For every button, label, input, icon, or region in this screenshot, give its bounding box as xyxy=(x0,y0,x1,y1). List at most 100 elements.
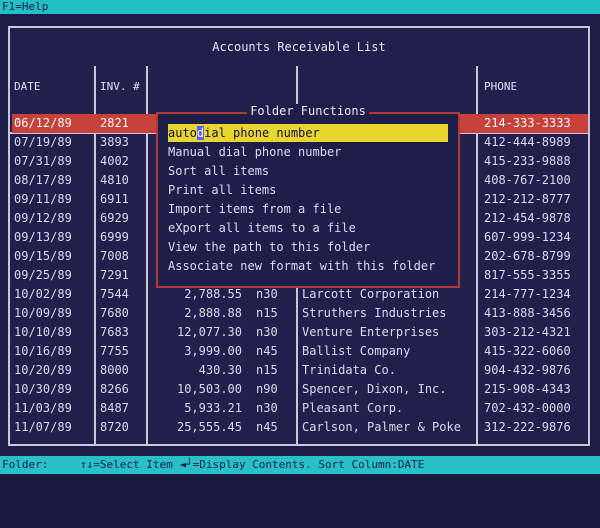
row-date: 09/12/89 xyxy=(14,211,72,225)
row-phone: 408-767-2100 xyxy=(484,173,571,187)
row-terms: n90 xyxy=(256,382,278,396)
table-row[interactable]: 11/03/89 8487 5,933.21 n30 Pleasant Corp. 702… xyxy=(12,399,588,418)
row-date: 10/30/89 xyxy=(14,382,72,396)
row-phone: 215-908-4343 xyxy=(484,382,571,396)
row-phone: 415-322-6060 xyxy=(484,344,571,358)
menu-item[interactable]: autodial phone number xyxy=(168,124,448,142)
row-phone: 214-333-3333 xyxy=(484,116,571,130)
row-date: 09/25/89 xyxy=(14,268,72,282)
row-invoice: 4810 xyxy=(100,173,129,187)
row-amount: 430.30 xyxy=(198,363,242,377)
row-invoice: 7008 xyxy=(100,249,129,263)
row-invoice: 7680 xyxy=(100,306,129,320)
row-invoice: 4002 xyxy=(100,154,129,168)
row-amount: 10,503.00 xyxy=(176,382,242,396)
row-phone: 214-777-1234 xyxy=(484,287,571,301)
row-date: 07/19/89 xyxy=(14,135,72,149)
help-label: F1=Help xyxy=(2,0,49,13)
row-phone: 607-999-1234 xyxy=(484,230,571,244)
row-date: 09/13/89 xyxy=(14,230,72,244)
row-amount: 2,888.88 xyxy=(184,306,242,320)
row-date: 06/12/89 xyxy=(14,116,72,130)
row-phone: 412-444-8989 xyxy=(484,135,571,149)
row-phone: 212-212-8777 xyxy=(484,192,571,206)
status-bar: Folder: ↑↓=Select Item ◄┘=Display Conten… xyxy=(0,456,600,474)
menu-item[interactable]: Manual dial phone number xyxy=(168,143,448,161)
key-hint: ↑↓=Select Item ◄┘=Display Contents. Sort… xyxy=(80,458,425,471)
row-date: 10/16/89 xyxy=(14,344,72,358)
row-amount: 25,555.45 xyxy=(176,420,242,434)
row-phone: 702-432-0000 xyxy=(484,401,571,415)
row-phone: 413-888-3456 xyxy=(484,306,571,320)
row-date: 10/10/89 xyxy=(14,325,72,339)
row-invoice: 6929 xyxy=(100,211,129,225)
row-terms: n30 xyxy=(256,401,278,415)
row-phone: 817-555-3355 xyxy=(484,268,571,282)
accounts-receivable-window: Accounts Receivable List DATE INV. # PHO… xyxy=(8,26,590,446)
menu-item[interactable]: Import items from a file xyxy=(168,200,448,218)
table-row[interactable]: 10/30/89 8266 10,503.00 n90 Spencer, Dixon, … xyxy=(12,380,588,399)
row-terms: n45 xyxy=(256,344,278,358)
column-header-date[interactable]: DATE xyxy=(14,80,41,93)
table-row[interactable]: 10/10/89 7683 12,077.30 n30 Venture Enterpri… xyxy=(12,323,588,342)
row-amount: 5,933.21 xyxy=(184,401,242,415)
row-date: 09/11/89 xyxy=(14,192,72,206)
row-terms: n45 xyxy=(256,420,278,434)
menu-item[interactable]: View the path to this folder xyxy=(168,238,448,256)
dos-screen: F1=Help Accounts Receivable List DATE IN… xyxy=(0,0,600,477)
row-date: 11/07/89 xyxy=(14,420,72,434)
column-header-invoice[interactable]: INV. # xyxy=(100,80,140,93)
row-date: 08/17/89 xyxy=(14,173,72,187)
menu-item[interactable]: Associate new format with this folder xyxy=(168,257,448,275)
row-invoice: 7755 xyxy=(100,344,129,358)
menu-item[interactable]: Print all items xyxy=(168,181,448,199)
column-header-phone[interactable]: PHONE xyxy=(484,80,517,93)
row-date: 07/31/89 xyxy=(14,154,72,168)
menu-item[interactable]: Sort all items xyxy=(168,162,448,180)
row-invoice: 8266 xyxy=(100,382,129,396)
row-amount: 12,077.30 xyxy=(176,325,242,339)
table-row[interactable]: 10/09/89 7680 2,888.88 n15 Struthers Industr… xyxy=(12,304,588,323)
row-invoice: 3893 xyxy=(100,135,129,149)
row-terms: n15 xyxy=(256,306,278,320)
row-amount: 3,999.00 xyxy=(184,344,242,358)
row-invoice: 7683 xyxy=(100,325,129,339)
row-date: 11/03/89 xyxy=(14,401,72,415)
row-terms: n15 xyxy=(256,363,278,377)
folder-label: Folder: xyxy=(2,458,49,471)
row-phone: 904-432-9876 xyxy=(484,363,571,377)
row-date: 10/20/89 xyxy=(14,363,72,377)
row-phone: 303-212-4321 xyxy=(484,325,571,339)
menu-item[interactable]: eXport all items to a file xyxy=(168,219,448,237)
table-row[interactable]: 10/16/89 7755 3,999.00 n45 Ballist Company 41… xyxy=(12,342,588,361)
folder-functions-menu: Folder Functions autodial phone number Ma… xyxy=(156,104,460,288)
row-invoice: 8487 xyxy=(100,401,129,415)
row-phone: 202-678-8799 xyxy=(484,249,571,263)
row-invoice: 2821 xyxy=(100,116,129,130)
row-company: Ballist Company xyxy=(302,344,411,358)
menu-title: Folder Functions xyxy=(247,104,369,118)
row-invoice: 7544 xyxy=(100,287,129,301)
row-invoice: 6999 xyxy=(100,230,129,244)
help-bar[interactable]: F1=Help xyxy=(0,0,600,14)
row-invoice: 8720 xyxy=(100,420,129,434)
row-invoice: 7291 xyxy=(100,268,129,282)
row-terms: n30 xyxy=(256,325,278,339)
row-company: Struthers Industries xyxy=(302,306,447,320)
row-company: Carlson, Palmer & Poke xyxy=(302,420,461,434)
row-date: 10/09/89 xyxy=(14,306,72,320)
row-date: 10/02/89 xyxy=(14,287,72,301)
table-row[interactable]: 10/20/89 8000 430.30 n15 Trinidata Co. 904-43… xyxy=(12,361,588,380)
row-company: Pleasant Corp. xyxy=(302,401,404,415)
row-company: Spencer, Dixon, Inc. xyxy=(302,382,447,396)
table-row[interactable]: 11/07/89 8720 25,555.45 n45 Carlson, Palmer … xyxy=(12,418,588,437)
row-invoice: 6911 xyxy=(100,192,129,206)
row-phone: 212-454-9878 xyxy=(484,211,571,225)
row-company: Trinidata Co. xyxy=(302,363,396,377)
row-phone: 312-222-9876 xyxy=(484,420,571,434)
row-date: 09/15/89 xyxy=(14,249,72,263)
list-title: Accounts Receivable List xyxy=(212,40,386,54)
row-phone: 415-233-9888 xyxy=(484,154,571,168)
row-invoice: 8000 xyxy=(100,363,129,377)
row-company: Venture Enterprises xyxy=(302,325,440,339)
